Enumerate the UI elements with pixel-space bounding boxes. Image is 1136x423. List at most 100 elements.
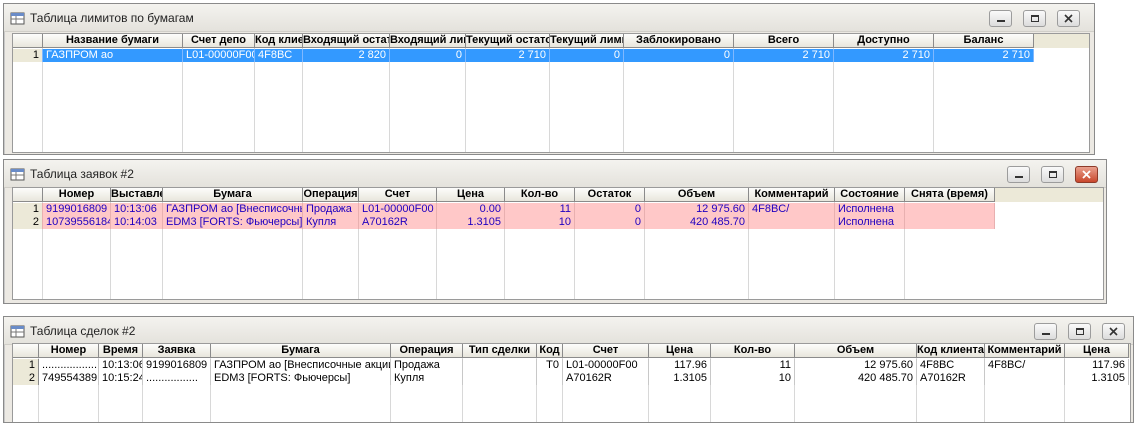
- minimize-button[interactable]: [1007, 166, 1030, 183]
- trades-col-header[interactable]: Номер: [39, 344, 99, 358]
- trades-table[interactable]: Номер Время Заявка Бумага Операция Тип сделки…: [12, 343, 1131, 422]
- minimize-icon: [1015, 176, 1023, 178]
- row-number: 1: [13, 203, 43, 216]
- trades-col-header[interactable]: Операция: [391, 344, 463, 358]
- limits-col-header[interactable]: Входящий лимит: [390, 34, 466, 48]
- table-cell: 1.3105: [437, 216, 505, 229]
- orders-col-header[interactable]: Счет: [359, 188, 437, 202]
- orders-table[interactable]: НомерВыставленаБумагаОперацияСчетЦенаКол…: [12, 187, 1104, 300]
- maximize-icon: [1076, 328, 1084, 335]
- orders-col-header[interactable]: Цена: [437, 188, 505, 202]
- table-cell: 2 710: [934, 49, 1034, 62]
- limits-col-header[interactable]: Название бумаги: [43, 34, 183, 48]
- grid-line: [833, 48, 834, 152]
- table-cell: L01-00000F00: [563, 359, 649, 372]
- limits-col-header[interactable]: Заблокировано: [624, 34, 734, 48]
- table-cell: Купля: [391, 372, 463, 385]
- table-cell: 2 710: [834, 49, 934, 62]
- orders-col-header[interactable]: Комментарий: [749, 188, 835, 202]
- limits-col-header[interactable]: Доступно: [834, 34, 934, 48]
- table-cell: 749554389: [39, 372, 99, 385]
- table-cell: 117.96: [1065, 359, 1129, 372]
- orders-titlebar[interactable]: Таблица заявок #2: [4, 160, 1106, 188]
- table-cell: [985, 372, 1065, 385]
- limits-col-header[interactable]: Всего: [734, 34, 834, 48]
- limits-col-header[interactable]: Код клиента: [255, 34, 303, 48]
- table-row[interactable]: 2 749554389 10:15:24................. EDM3 …: [13, 372, 1130, 385]
- trades-col-header[interactable]: [13, 344, 39, 358]
- orders-col-header[interactable]: Выставлена: [111, 188, 163, 202]
- trades-header-row: Номер Время Заявка Бумага Операция Тип сделки…: [13, 344, 1130, 358]
- orders-col-header[interactable]: Номер: [43, 188, 111, 202]
- limits-table[interactable]: Название бумагиСчет депоКод клиентаВходя…: [12, 33, 1090, 153]
- grid-line: [42, 48, 43, 152]
- limits-col-header[interactable]: Счет депо: [183, 34, 255, 48]
- trades-col-header[interactable]: Тип сделки: [463, 344, 537, 358]
- trades-col-header[interactable]: Заявка: [143, 344, 211, 358]
- trades-col-header[interactable]: Цена: [649, 344, 711, 358]
- close-button[interactable]: [1102, 323, 1125, 340]
- grid-line: [254, 48, 255, 152]
- grid-line: [623, 48, 624, 152]
- limits-col-header[interactable]: Входящий остаток: [303, 34, 390, 48]
- table-cell: 117.96: [649, 359, 711, 372]
- table-cell: [537, 372, 563, 385]
- trades-col-header[interactable]: Код клиента: [917, 344, 985, 358]
- table-row[interactable]: 1 9199016809 10:13:06 ГАЗПРОМ ао [Внесписоч…: [13, 203, 1103, 216]
- grid-line: [933, 48, 934, 152]
- maximize-button[interactable]: [1068, 323, 1091, 340]
- orders-col-header[interactable]: Объем: [645, 188, 749, 202]
- table-cell: 0: [624, 49, 734, 62]
- table-cell: 2 710: [466, 49, 550, 62]
- table-cell: 4F8BC: [255, 49, 303, 62]
- trades-col-header[interactable]: Кол-во: [711, 344, 795, 358]
- orders-col-header[interactable]: Кол-во: [505, 188, 575, 202]
- trades-col-header[interactable]: Счет: [563, 344, 649, 358]
- table-cell: ....................: [39, 359, 99, 372]
- maximize-button[interactable]: [1041, 166, 1064, 183]
- trades-col-header[interactable]: Цена: [1065, 344, 1129, 358]
- table-cell: L01-00000F00: [183, 49, 255, 62]
- orders-col-header[interactable]: Состояние: [835, 188, 905, 202]
- table-icon: [10, 325, 25, 338]
- table-cell: A70162R: [563, 372, 649, 385]
- limits-titlebar[interactable]: Таблица лимитов по бумагам: [4, 4, 1094, 32]
- trades-col-header[interactable]: Время: [99, 344, 143, 358]
- maximize-button[interactable]: [1023, 10, 1046, 27]
- table-cell: 1.3105: [649, 372, 711, 385]
- trades-col-header[interactable]: Комментарий: [985, 344, 1065, 358]
- table-cell: 4F8BC: [917, 359, 985, 372]
- close-icon: [1064, 14, 1073, 23]
- table-row[interactable]: 1.................... 10:13:06 9199016809 Г…: [13, 359, 1130, 372]
- table-cell: 11: [505, 203, 575, 216]
- minimize-button[interactable]: [1034, 323, 1057, 340]
- grid-line: [549, 48, 550, 152]
- orders-col-header[interactable]: [13, 188, 43, 202]
- trades-col-header[interactable]: Код: [537, 344, 563, 358]
- orders-header-row: НомерВыставленаБумагаОперацияСчетЦенаКол…: [13, 188, 1103, 202]
- table-cell: ГАЗПРОМ ао [Внесписочные акции]: [163, 203, 303, 216]
- limits-window: Таблица лимитов по бумагам Название бума…: [3, 3, 1095, 155]
- orders-col-header[interactable]: Снята (время): [905, 188, 995, 202]
- table-cell: Исполнена: [835, 203, 905, 216]
- trades-col-header[interactable]: Объем: [795, 344, 917, 358]
- limits-col-header[interactable]: Баланс: [934, 34, 1034, 48]
- limits-col-header[interactable]: [13, 34, 43, 48]
- orders-col-header[interactable]: Остаток: [575, 188, 645, 202]
- close-button[interactable]: [1057, 10, 1080, 27]
- orders-col-header[interactable]: Бумага: [163, 188, 303, 202]
- table-cell: 0: [390, 49, 466, 62]
- limits-col-header[interactable]: Текущий остаток: [466, 34, 550, 48]
- table-cell: Купля: [303, 216, 359, 229]
- table-cell: 0: [575, 216, 645, 229]
- trades-col-header[interactable]: Бумага: [211, 344, 391, 358]
- table-row[interactable]: 1 ГАЗПРОМ ао L01-00000F00 4F8BC 2 820 0 2 710 0…: [13, 49, 1089, 62]
- table-row[interactable]: 2 10739556184 10:14:03 EDM3 [FORTS: Фьючерс…: [13, 216, 1103, 229]
- orders-col-header[interactable]: Операция: [303, 188, 359, 202]
- table-cell: 10:15:24: [99, 372, 143, 385]
- trades-titlebar[interactable]: Таблица сделок #2: [4, 317, 1133, 345]
- minimize-button[interactable]: [989, 10, 1012, 27]
- limits-col-header[interactable]: Текущий лимит: [550, 34, 624, 48]
- close-button[interactable]: [1075, 166, 1098, 183]
- table-cell: 12 975.60: [795, 359, 917, 372]
